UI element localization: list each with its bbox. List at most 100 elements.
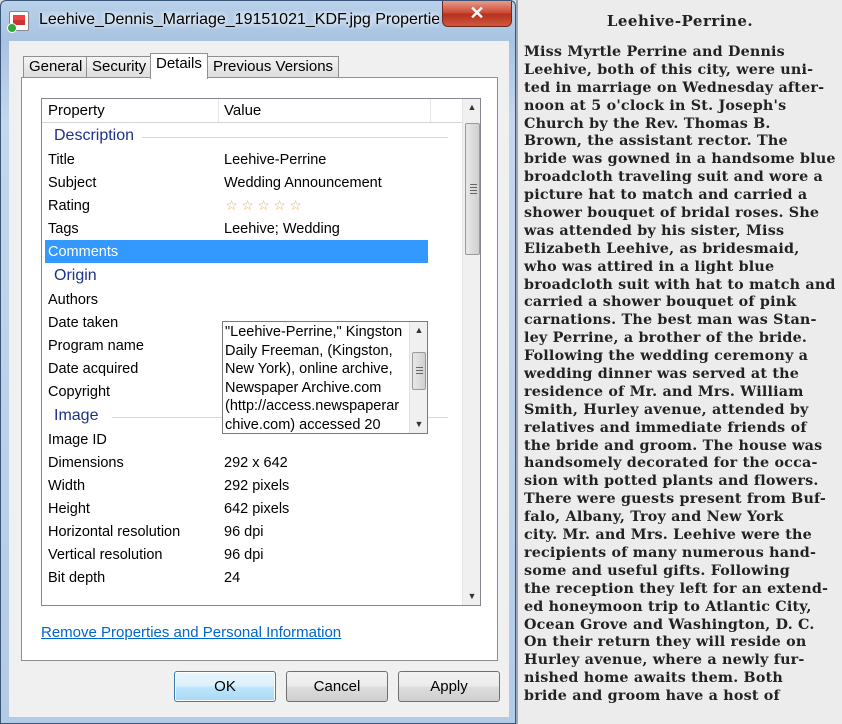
rating-stars[interactable]: ☆ ☆ ☆ ☆ ☆ — [224, 198, 303, 213]
property-name: Width — [48, 478, 86, 494]
row-horizontal-resolution[interactable]: Horizontal resolution 96 dpi — [42, 520, 462, 543]
remove-properties-link[interactable]: Remove Properties and Personal Informati… — [41, 624, 341, 641]
tab-general[interactable]: General — [23, 56, 89, 78]
cancel-button[interactable]: Cancel — [286, 671, 388, 702]
row-dimensions[interactable]: Dimensions 292 x 642 — [42, 451, 462, 474]
newspaper-line: Ocean Grove and Washington, D. C. — [524, 616, 815, 633]
scroll-up-icon[interactable]: ▲ — [410, 322, 427, 339]
row-width[interactable]: Width 292 pixels — [42, 474, 462, 497]
row-authors[interactable]: Authors — [42, 288, 462, 311]
row-comments[interactable]: Comments — [42, 240, 462, 263]
property-name: Comments — [45, 240, 222, 263]
newspaper-clipping: Leehive-Perrine. Miss Myrtle Perrine and… — [516, 0, 842, 724]
scroll-down-icon[interactable]: ▼ — [463, 588, 480, 605]
newspaper-line: ley Perrine, a brother of the bride. — [524, 330, 808, 347]
newspaper-line: Elizabeth Leehive, as bridesmaid, — [524, 240, 800, 257]
column-header-property[interactable]: Property — [48, 102, 105, 119]
star-icon[interactable]: ☆ — [272, 198, 287, 213]
newspaper-line: handsomely decorated for the occa- — [524, 455, 818, 472]
column-divider[interactable] — [430, 99, 431, 122]
column-divider[interactable] — [218, 99, 219, 122]
property-name: Rating — [48, 198, 90, 214]
row-vertical-resolution[interactable]: Vertical resolution 96 dpi — [42, 543, 462, 566]
ok-button[interactable]: OK — [174, 671, 276, 702]
property-list[interactable]: Property Value Description Title Leehive… — [41, 98, 481, 606]
newspaper-line: picture hat to match and carried a — [524, 187, 808, 204]
row-rating[interactable]: Rating ☆ ☆ ☆ ☆ ☆ — [42, 194, 462, 217]
property-value[interactable]: Leehive; Wedding — [224, 221, 340, 237]
dialog-client-area: General Security Details Previous Versio… — [9, 41, 509, 717]
comments-line: New York), online archive, — [225, 361, 393, 377]
scroll-thumb[interactable] — [412, 352, 426, 390]
group-description: Description — [42, 123, 462, 148]
comments-editor[interactable]: "Leehive-Perrine," Kingston Daily Freema… — [222, 321, 428, 434]
comments-text[interactable]: "Leehive-Perrine," Kingston Daily Freema… — [225, 323, 407, 433]
newspaper-line: the reception they left for an extend- — [524, 580, 829, 597]
property-value: 24 — [224, 570, 241, 586]
newspaper-line: Smith, Hurley avenue, attended by — [524, 401, 809, 418]
selection-highlight — [222, 240, 428, 263]
newspaper-line: Miss Myrtle Perrine and Dennis — [524, 44, 785, 60]
property-name: Horizontal resolution — [48, 524, 181, 540]
newspaper-line: Leehive, both of this city, were uni- — [524, 61, 814, 78]
row-height[interactable]: Height 642 pixels — [42, 497, 462, 520]
newspaper-line: wedding dinner was served at the — [524, 366, 800, 383]
close-button[interactable]: ✕ — [442, 1, 512, 27]
newspaper-line: relatives and immediate friends of — [524, 419, 807, 436]
newspaper-line: bride and groom have a host of — [524, 688, 780, 705]
property-value[interactable]: Wedding Announcement — [224, 175, 382, 191]
row-bit-depth[interactable]: Bit depth 24 — [42, 566, 462, 589]
star-icon[interactable]: ☆ — [224, 198, 239, 213]
window-title: Leehive_Dennis_Marriage_19151021_KDF.jpg… — [39, 11, 439, 28]
newspaper-line: carried a shower bouquet of pink — [524, 294, 797, 311]
newspaper-line: Brown, the assistant rector. The — [524, 133, 788, 150]
newspaper-line: bride was gowned in a handsome blue — [524, 151, 836, 168]
newspaper-line: Church by the Rev. Thomas B. — [524, 115, 771, 132]
newspaper-line: broadcloth traveling suit and wore a — [524, 169, 824, 186]
newspaper-line: ted in marriage on Wednesday after- — [524, 79, 825, 96]
star-icon[interactable]: ☆ — [288, 198, 303, 213]
group-label: Description — [54, 127, 135, 144]
property-value: 642 pixels — [224, 501, 290, 517]
newspaper-line: recipients of many numerous hand- — [524, 544, 817, 561]
newspaper-line: nished home awaits them. Both — [524, 670, 783, 687]
newspaper-line: noon at 5 o'clock in St. Joseph's — [524, 97, 787, 114]
row-tags[interactable]: Tags Leehive; Wedding — [42, 217, 462, 240]
newspaper-line: On their return they will reside on — [524, 634, 807, 651]
newspaper-headline: Leehive-Perrine. — [606, 12, 754, 30]
tab-previous-versions[interactable]: Previous Versions — [207, 56, 340, 78]
row-title[interactable]: Title Leehive-Perrine — [42, 148, 462, 171]
star-icon[interactable]: ☆ — [240, 198, 255, 213]
tab-security[interactable]: Security — [86, 56, 153, 78]
comments-line: Daily Freeman, (Kingston, — [225, 342, 393, 359]
property-name: Date taken — [48, 315, 119, 331]
apply-button[interactable]: Apply — [398, 671, 500, 702]
star-icon[interactable]: ☆ — [256, 198, 271, 213]
tab-details[interactable]: Details — [150, 53, 208, 79]
comments-line: (http://access.newspaperar — [225, 398, 400, 414]
list-scrollbar[interactable]: ▲ ▼ — [462, 99, 480, 605]
comments-line: Newspaper Archive.com — [225, 379, 382, 396]
newspaper-line: sion with potted plants and flowers. — [524, 473, 819, 490]
newspaper-line: ed honeymoon trip to Atlantic City, — [524, 598, 812, 615]
newspaper-line: There were guests present from Buf- — [524, 491, 827, 508]
scroll-down-icon[interactable]: ▼ — [410, 416, 427, 433]
scroll-up-icon[interactable]: ▲ — [463, 99, 480, 116]
newspaper-line: some and useful gifts. Following — [524, 562, 790, 579]
column-header-value[interactable]: Value — [224, 102, 261, 119]
comments-scrollbar[interactable]: ▲ ▼ — [409, 322, 427, 433]
title-bar[interactable]: Leehive_Dennis_Marriage_19151021_KDF.jpg… — [1, 1, 515, 41]
newspaper-body: Miss Myrtle Perrine and Dennis Leehive, b… — [524, 44, 842, 706]
row-subject[interactable]: Subject Wedding Announcement — [42, 171, 462, 194]
newspaper-line: shower bouquet of bridal roses. She — [524, 205, 820, 222]
newspaper-line: who was attired in a light blue — [524, 258, 775, 275]
newspaper-line: broadcloth suit with hat to match and — [524, 276, 836, 293]
newspaper-line: Hurley avenue, where a newly fur- — [524, 652, 805, 669]
group-origin: Origin — [42, 263, 462, 288]
group-label: Origin — [54, 267, 97, 284]
newspaper-line: Following the wedding ceremony a — [524, 348, 809, 365]
property-name: Tags — [48, 221, 79, 237]
property-value[interactable]: Leehive-Perrine — [224, 152, 326, 168]
scroll-thumb[interactable] — [465, 123, 480, 255]
details-panel: Property Value Description Title Leehive… — [21, 77, 498, 661]
